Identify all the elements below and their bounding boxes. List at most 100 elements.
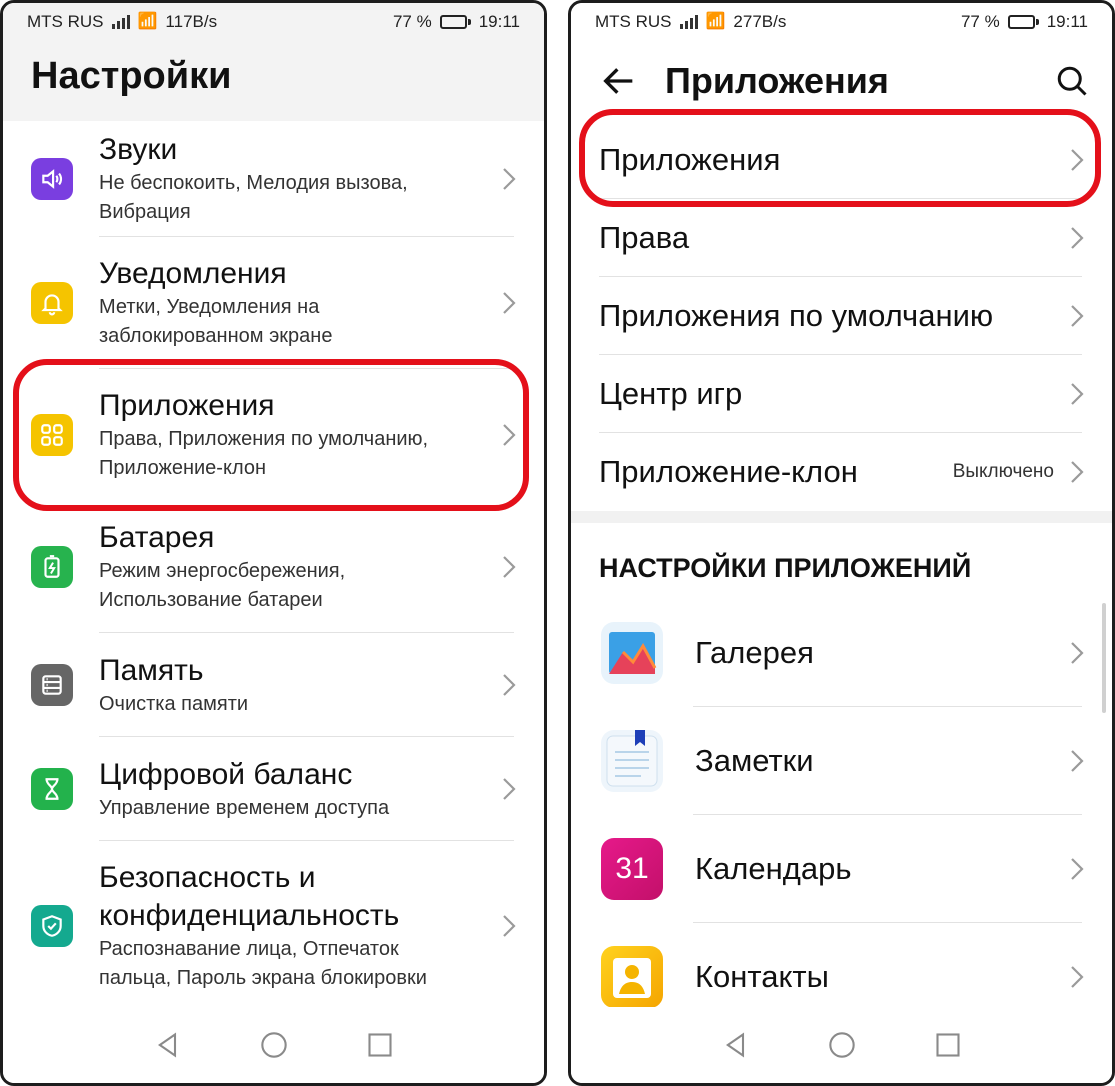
apps-grid-icon (31, 414, 73, 456)
chevron-right-icon (503, 674, 516, 696)
search-icon[interactable] (1054, 63, 1090, 99)
item-title: Заметки (695, 743, 814, 778)
settings-item-security[interactable]: Безопасность и конфиденциальность Распоз… (3, 841, 544, 1011)
battery-status-icon (1007, 15, 1039, 29)
page-title: Настройки (3, 41, 544, 121)
navigation-bar (3, 1007, 544, 1083)
chevron-right-icon (503, 778, 516, 800)
back-triangle-icon[interactable] (722, 1031, 750, 1059)
notes-icon (601, 730, 663, 792)
item-title: Приложения (599, 142, 781, 177)
carrier-label: MTS RUS (27, 12, 104, 31)
scrollbar-thumb[interactable] (1102, 603, 1106, 713)
chevron-right-icon (1071, 383, 1084, 405)
chevron-right-icon (1071, 750, 1084, 772)
home-circle-icon[interactable] (828, 1031, 856, 1059)
storage-icon (31, 664, 73, 706)
sound-icon (31, 158, 73, 200)
item-title: Память (99, 653, 204, 687)
apps-item-app-twin[interactable]: Приложение-клон Выключено (571, 433, 1112, 511)
settings-item-storage[interactable]: Память Очистка памяти (3, 633, 544, 737)
app-item-calendar[interactable]: 31 Календарь (571, 815, 1112, 923)
carrier-label: MTS RUS (595, 12, 672, 31)
network-speed: 117B/s (165, 12, 218, 31)
battery-icon (31, 546, 73, 588)
item-title: Цифровой баланс (99, 757, 353, 791)
recent-square-icon[interactable] (934, 1031, 962, 1059)
item-subtitle: Управление временем доступа (99, 796, 390, 819)
chevron-right-icon (1071, 642, 1084, 664)
item-subtitle: Режим энергосбережения, Использование ба… (99, 560, 346, 611)
battery-percent: 77 % (960, 12, 1000, 31)
section-divider (571, 511, 1112, 523)
battery-status-icon (439, 15, 471, 29)
item-title: Календарь (695, 851, 852, 886)
item-title: Уведомления (99, 257, 287, 290)
settings-item-notifications[interactable]: Уведомления Метки, Уведомления на заблок… (3, 237, 544, 369)
apps-item-default-apps[interactable]: Приложения по умолчанию (571, 277, 1112, 355)
app-item-gallery[interactable]: Галерея (571, 599, 1112, 707)
bell-icon (31, 282, 73, 324)
status-value: Выключено (952, 461, 1054, 482)
app-item-notes[interactable]: Заметки (571, 707, 1112, 815)
apps-item-game-center[interactable]: Центр игр (571, 355, 1112, 433)
clock: 19:11 (478, 12, 520, 31)
apps-item-applications[interactable]: Приложения (571, 121, 1112, 199)
item-subtitle: Не беспокоить, Мелодия вызова, Вибрация (99, 172, 408, 223)
app-bar: Приложения (571, 41, 1112, 121)
item-title: Права (599, 220, 690, 255)
chevron-right-icon (1071, 227, 1084, 249)
chevron-right-icon (503, 915, 516, 937)
item-subtitle: Права, Приложения по умолчанию, Приложен… (99, 428, 429, 479)
item-title: Приложение-клон (599, 454, 858, 489)
item-subtitle: Метки, Уведомления на заблокированном эк… (99, 296, 333, 347)
apps-item-permissions[interactable]: Права (571, 199, 1112, 277)
item-title: Центр игр (599, 376, 743, 411)
chevron-right-icon (503, 556, 516, 578)
shield-icon (31, 905, 73, 947)
signal-icon (679, 15, 698, 29)
chevron-right-icon (1071, 966, 1084, 988)
battery-percent: 77 % (392, 12, 432, 31)
signal-icon (111, 15, 130, 29)
chevron-right-icon (1071, 858, 1084, 880)
settings-item-digital-balance[interactable]: Цифровой баланс Управление временем дост… (3, 737, 544, 841)
item-title: Галерея (695, 635, 814, 670)
clock: 19:11 (1046, 12, 1088, 31)
status-bar: MTS RUS 📶 277B/s 77 % 19:11 (571, 3, 1112, 41)
contacts-icon (601, 946, 663, 1008)
status-bar: MTS RUS 📶 117B/s 77 % 19:11 (3, 3, 544, 41)
home-circle-icon[interactable] (260, 1031, 288, 1059)
item-subtitle: Распознавание лица, Отпечаток пальца, Па… (99, 938, 427, 989)
wifi-icon: 📶 (705, 13, 726, 30)
chevron-right-icon (503, 292, 516, 314)
settings-item-battery[interactable]: Батарея Режим энергосбережения, Использо… (3, 501, 544, 633)
apps-screen: MTS RUS 📶 277B/s 77 % 19:11 Приложения П… (568, 0, 1115, 1086)
hourglass-icon (31, 768, 73, 810)
back-triangle-icon[interactable] (154, 1031, 182, 1059)
section-title: НАСТРОЙКИ ПРИЛОЖЕНИЙ (599, 553, 972, 583)
recent-square-icon[interactable] (366, 1031, 394, 1059)
page-title: Приложения (665, 60, 889, 101)
settings-item-apps[interactable]: Приложения Права, Приложения по умолчани… (3, 369, 544, 501)
item-subtitle: Очистка памяти (99, 692, 249, 715)
item-title: Безопасность и конфиденциальность (99, 861, 400, 932)
item-title: Приложения (99, 389, 275, 422)
chevron-right-icon (503, 168, 516, 190)
network-speed: 277B/s (733, 12, 787, 31)
chevron-right-icon (1071, 149, 1084, 171)
wifi-icon: 📶 (137, 13, 158, 30)
settings-item-sounds[interactable]: Звуки Не беспокоить, Мелодия вызова, Виб… (3, 121, 544, 237)
calendar-icon: 31 (601, 838, 663, 900)
item-title: Звуки (99, 133, 178, 166)
back-arrow-icon[interactable] (599, 61, 639, 101)
chevron-right-icon (503, 424, 516, 446)
calendar-day: 31 (615, 852, 649, 885)
chevron-right-icon (1071, 461, 1084, 483)
navigation-bar (571, 1007, 1112, 1083)
item-title: Приложения по умолчанию (599, 298, 994, 333)
item-title: Контакты (695, 959, 829, 994)
settings-screen: MTS RUS 📶 117B/s 77 % 19:11 Настройки Зв… (0, 0, 547, 1086)
gallery-icon (601, 622, 663, 684)
chevron-right-icon (1071, 305, 1084, 327)
